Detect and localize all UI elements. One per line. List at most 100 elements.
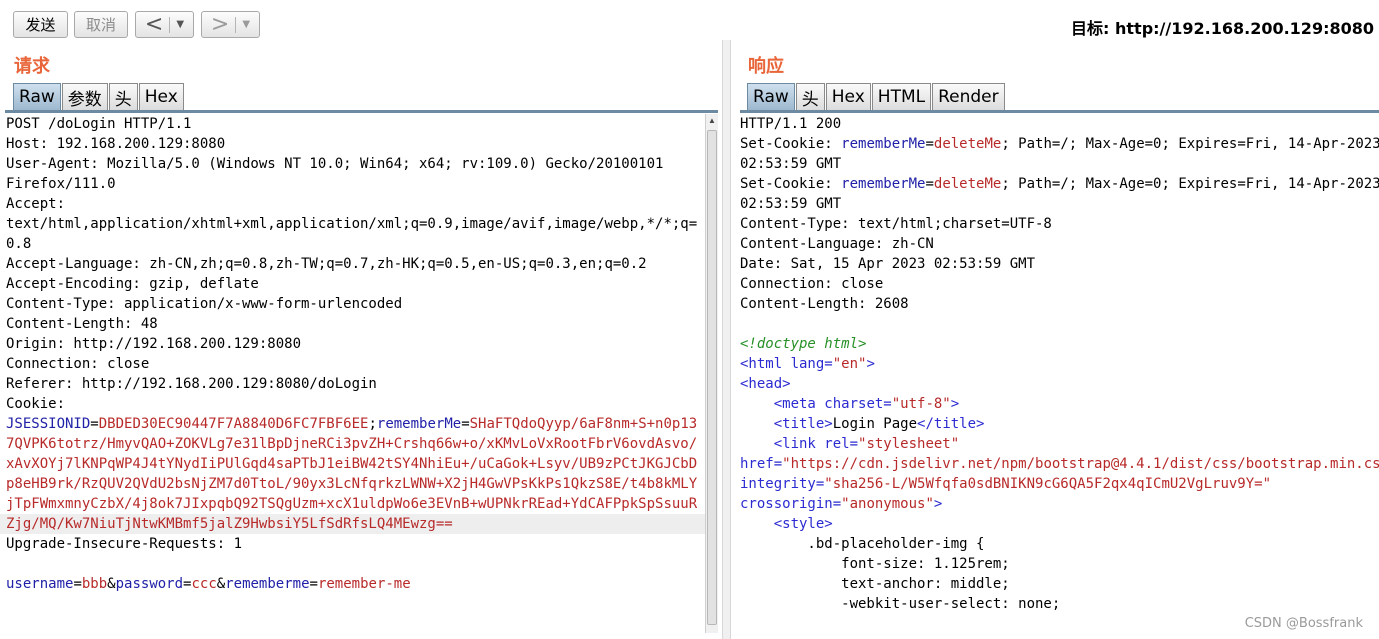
code-line: Set-Cookie: rememberMe=deleteMe; Path=/;… bbox=[734, 174, 1379, 194]
code-token: <html bbox=[740, 356, 791, 372]
forward-history-dropdown-icon[interactable]: ▼ bbox=[242, 19, 250, 30]
tab-response-1[interactable]: 头 bbox=[795, 83, 825, 110]
code-token: Content-Language: zh-CN bbox=[740, 236, 934, 252]
back-button[interactable]: < ▼ bbox=[135, 11, 194, 38]
forward-button[interactable]: > ▼ bbox=[201, 11, 260, 38]
code-token: Content-Length: 2608 bbox=[740, 296, 909, 312]
code-token: = bbox=[90, 416, 99, 432]
request-line: Upgrade-Insecure-Requests: 1 bbox=[6, 536, 243, 552]
tab-request-1[interactable]: 参数 bbox=[61, 83, 108, 110]
code-token: jTpFWmxmnyCzbX/4j8ok7JIxpqbQ92TSQgUzm+xc… bbox=[6, 496, 698, 512]
response-tab-underline bbox=[740, 110, 1379, 113]
scroll-up-arrow-icon[interactable]: ▲ bbox=[706, 114, 718, 128]
request-line: POST /doLogin HTTP/1.1 bbox=[6, 116, 192, 132]
code-token: deleteMe bbox=[933, 136, 1002, 152]
code-token: = bbox=[925, 136, 934, 152]
code-line: 02:53:59 GMT bbox=[734, 194, 1379, 214]
code-line: 02:53:59 GMT bbox=[734, 154, 1379, 174]
code-line: 7QVPK6totrz/HmyvQAO+ZOKVLg7e31lBpDjneRCi… bbox=[0, 434, 705, 454]
code-token: Content-Type: text/html;charset=UTF-8 bbox=[740, 216, 1052, 232]
response-editor[interactable]: HTTP/1.1 200 Set-Cookie: rememberMe=delet… bbox=[734, 114, 1379, 639]
code-line: JSESSIONID=DBDED30EC90447F7A8840D6FC7FBF… bbox=[0, 414, 705, 434]
request-body-line: username=bbb&password=ccc&rememberme=rem… bbox=[0, 574, 705, 594]
code-token: Connection: close bbox=[740, 276, 884, 292]
param-value: remember-me bbox=[317, 576, 411, 592]
code-line: .bd-placeholder-img { bbox=[734, 534, 1379, 554]
request-line: Host: 192.168.200.129:8080 bbox=[6, 136, 226, 152]
param-value: ccc bbox=[191, 576, 217, 592]
code-token: rememberMe bbox=[841, 136, 926, 152]
code-token: > bbox=[933, 496, 943, 512]
request-line: Accept-Language: zh-CN,zh;q=0.8,zh-TW;q=… bbox=[6, 256, 647, 272]
code-line: text-anchor: middle; bbox=[734, 574, 1379, 594]
watermark: CSDN @Bossfrank bbox=[1244, 616, 1363, 631]
scrollbar-thumb[interactable] bbox=[707, 130, 717, 625]
request-line: Firefox/111.0 bbox=[6, 176, 116, 192]
code-token: "en" bbox=[832, 356, 867, 372]
code-line: HTTP/1.1 200 bbox=[734, 114, 1379, 134]
code-token: Date: Sat, 15 Apr 2023 02:53:59 GMT bbox=[740, 256, 1036, 272]
code-token: Set-Cookie: bbox=[740, 136, 842, 152]
tab-request-2[interactable]: 头 bbox=[108, 83, 138, 110]
code-token: Zjg/MQ/Kw7NiuTjNtwKMBmf5jalZ9HwbsiY5LfSd… bbox=[6, 516, 453, 532]
tab-request-0[interactable]: Raw bbox=[13, 83, 61, 110]
code-line: <html lang="en"> bbox=[734, 354, 1379, 374]
request-line: Referer: http://192.168.200.129:8080/doL… bbox=[6, 376, 377, 392]
code-line: href="https://cdn.jsdelivr.net/npm/boots… bbox=[734, 454, 1379, 474]
param-equals: = bbox=[309, 576, 318, 592]
forward-arrow-icon: > bbox=[210, 11, 230, 37]
code-token: .bd-placeholder-img { bbox=[740, 536, 985, 552]
cancel-button[interactable]: 取消 bbox=[74, 11, 128, 38]
code-line: <head> bbox=[734, 374, 1379, 394]
request-line: Origin: http://192.168.200.129:8080 bbox=[6, 336, 302, 352]
split-pane-divider[interactable] bbox=[722, 40, 731, 639]
send-button[interactable]: 发送 bbox=[13, 11, 68, 38]
code-token: JSESSIONID bbox=[6, 416, 91, 432]
back-history-dropdown-icon[interactable]: ▼ bbox=[176, 19, 184, 30]
code-line: -webkit-user-select: none; bbox=[734, 594, 1379, 614]
tab-response-3[interactable]: HTML bbox=[871, 83, 932, 110]
code-line: <link rel="stylesheet" bbox=[734, 434, 1379, 454]
request-line: Accept: bbox=[6, 196, 66, 212]
request-editor[interactable]: POST /doLogin HTTP/1.1 Host: 192.168.200.… bbox=[0, 114, 705, 639]
code-line: xAvXOYj7lKNPqWP4J4tYNydIiPUlGqd4saPTbJ1e… bbox=[0, 454, 705, 474]
code-token: > bbox=[950, 396, 960, 412]
code-token: </title> bbox=[917, 416, 985, 432]
code-token: ; Path=/; Max-Age=0; Expires=Fri, 14-Apr… bbox=[1001, 176, 1379, 192]
param-key: password bbox=[115, 576, 184, 592]
code-token: <meta bbox=[773, 396, 825, 412]
param-separator: & bbox=[216, 576, 226, 592]
request-line: Accept-Encoding: gzip, deflate bbox=[6, 276, 259, 292]
code-line: Date: Sat, 15 Apr 2023 02:53:59 GMT bbox=[734, 254, 1379, 274]
request-scrollbar[interactable]: ▲ bbox=[705, 114, 718, 633]
code-token: rememberMe bbox=[841, 176, 926, 192]
target-label[interactable]: 目标: http://192.168.200.129:8080 bbox=[1071, 15, 1374, 39]
code-line: Content-Length: 2608 bbox=[734, 294, 1379, 314]
tab-request-3[interactable]: Hex bbox=[138, 83, 184, 110]
code-line: jTpFWmxmnyCzbX/4j8ok7JIxpqbQ92TSQgUzm+xc… bbox=[0, 494, 705, 514]
code-token: crossorigin= bbox=[740, 496, 842, 512]
code-token: "anonymous" bbox=[841, 496, 934, 512]
param-key: rememberme bbox=[225, 576, 310, 592]
code-token: > bbox=[866, 356, 875, 372]
tab-response-0[interactable]: Raw bbox=[747, 83, 795, 110]
code-line: Set-Cookie: rememberMe=deleteMe; Path=/;… bbox=[734, 134, 1379, 154]
tab-response-2[interactable]: Hex bbox=[825, 83, 871, 110]
toolbar: 发送 取消 < ▼ > ▼ 目标: http://192.168.200.129… bbox=[0, 0, 1379, 44]
code-token: -webkit-user-select: none; bbox=[740, 596, 1061, 612]
code-token: Login Page bbox=[832, 416, 918, 432]
code-token: <!doctype html> bbox=[740, 336, 867, 352]
code-line: Content-Type: text/html;charset=UTF-8 bbox=[734, 214, 1379, 234]
code-token: rel= bbox=[824, 436, 859, 452]
code-token: integrity= bbox=[740, 476, 825, 492]
request-line: Content-Length: 48 bbox=[6, 316, 158, 332]
response-panel-title: 响应 bbox=[748, 56, 784, 77]
code-token: <style> bbox=[773, 516, 833, 532]
code-token: ; Path=/; Max-Age=0; Expires=Fri, 14-Apr… bbox=[1001, 136, 1379, 152]
tab-response-4[interactable]: Render bbox=[932, 83, 1005, 110]
code-token: "https://cdn.jsdelivr.net/npm/bootstrap@… bbox=[782, 456, 1379, 472]
